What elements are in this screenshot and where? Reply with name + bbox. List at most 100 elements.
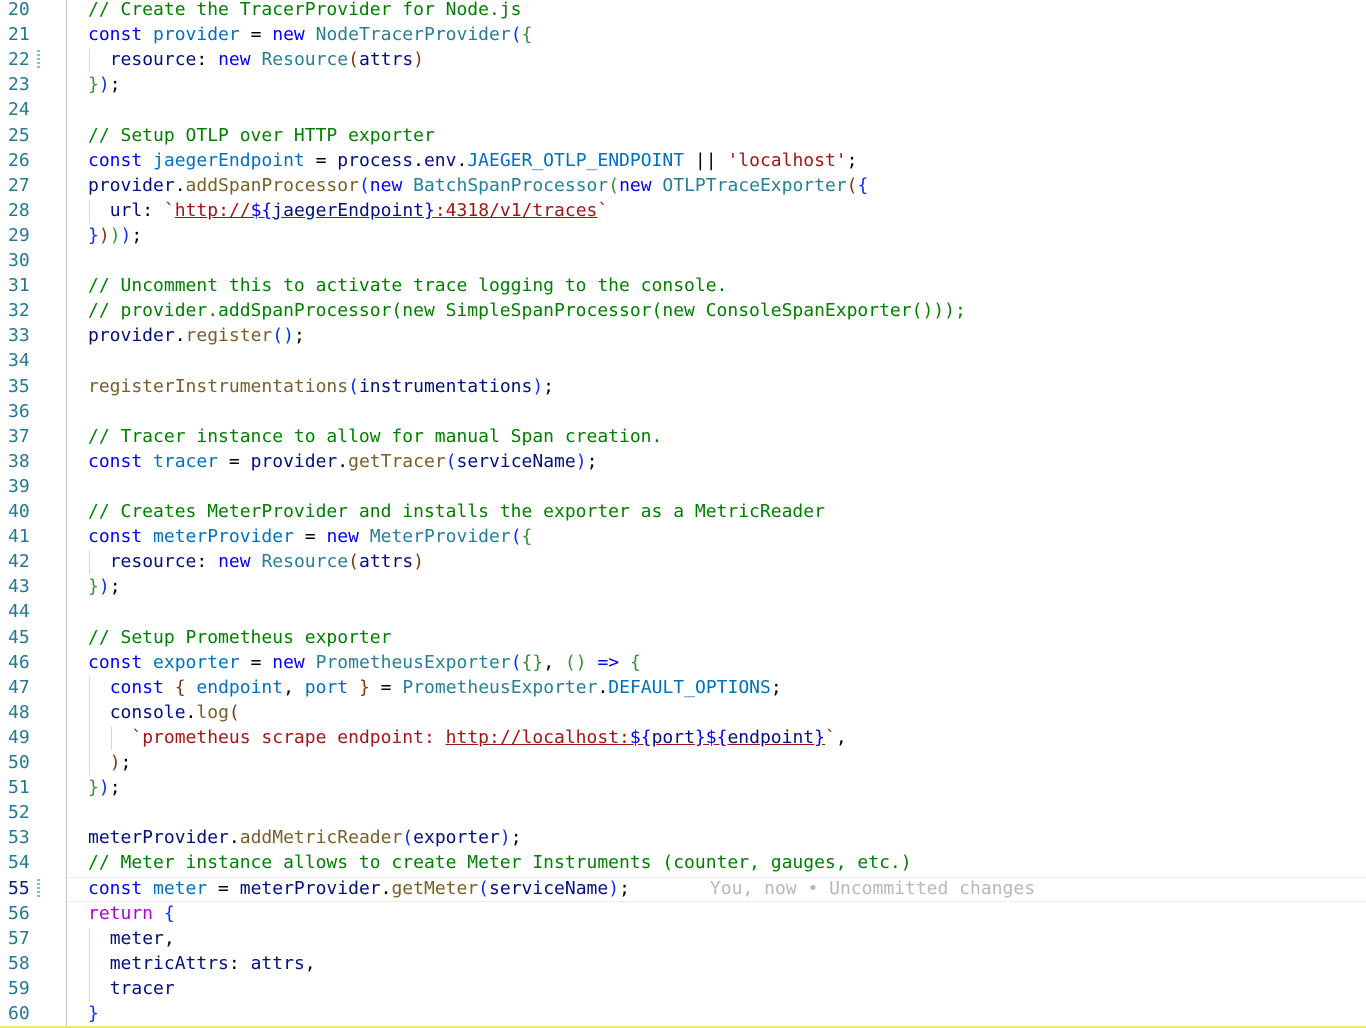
code-line[interactable]: const { endpoint, port } = PrometheusExp… xyxy=(88,675,782,700)
line-number: 58 xyxy=(0,951,56,976)
code-token: } xyxy=(88,74,99,96)
code-token: ( xyxy=(478,877,490,899)
code-token: log xyxy=(196,701,229,723)
code-line[interactable]: }); xyxy=(88,574,121,599)
line-number: 28 xyxy=(0,198,56,223)
code-line[interactable]: registerInstrumentations(instrumentation… xyxy=(88,374,554,399)
code-line[interactable]: // Setup OTLP over HTTP exporter xyxy=(88,123,435,148)
code-token: . xyxy=(456,149,468,171)
code-token: : xyxy=(196,49,219,71)
code-line[interactable]: }); xyxy=(88,775,121,800)
code-token: ; xyxy=(293,325,305,347)
code-line[interactable]: `prometheus scrape endpoint: http://loca… xyxy=(88,725,846,750)
code-line[interactable]: // Uncomment this to activate trace logg… xyxy=(88,273,727,298)
code-token: new xyxy=(272,651,305,673)
code-line[interactable]: const meterProvider = new MeterProvider(… xyxy=(88,524,532,549)
code-token: getMeter xyxy=(391,877,479,899)
line-number: 36 xyxy=(0,399,56,424)
code-line[interactable]: }))); xyxy=(88,223,142,248)
code-token: ; xyxy=(543,375,555,397)
code-line[interactable]: // provider.addSpanProcessor(new SimpleS… xyxy=(88,298,966,323)
code-token: http:// xyxy=(174,199,251,221)
code-token: ( xyxy=(510,24,522,46)
line-number: 48 xyxy=(0,700,56,725)
code-line[interactable]: }); xyxy=(88,72,121,97)
code-token: = xyxy=(369,676,403,698)
code-token: . xyxy=(597,676,609,698)
code-line[interactable]: provider.register(); xyxy=(88,323,305,348)
code-line[interactable]: const meter = meterProvider.getMeter(ser… xyxy=(88,876,1035,901)
line-number: 29 xyxy=(0,223,56,248)
code-token: : xyxy=(196,551,219,573)
line-number-text: 34 xyxy=(8,350,30,372)
code-token: registerInstrumentations xyxy=(88,375,349,397)
line-number-text: 23 xyxy=(8,74,30,96)
code-token: ( xyxy=(348,551,359,573)
code-token: url xyxy=(109,199,143,221)
code-token: new xyxy=(326,526,359,548)
code-line[interactable]: resource: new Resource(attrs) xyxy=(88,549,424,574)
code-line[interactable]: // Create the TracerProvider for Node.js xyxy=(88,0,521,22)
modified-line-marker[interactable] xyxy=(37,878,40,898)
line-number: 21 xyxy=(0,22,56,47)
code-line[interactable]: } xyxy=(88,1001,99,1026)
line-number: 30 xyxy=(0,248,56,273)
code-token: . xyxy=(174,174,186,196)
line-number-text: 36 xyxy=(8,400,30,422)
code-line[interactable]: return { xyxy=(88,901,175,926)
code-line[interactable]: meterProvider.addMetricReader(exporter); xyxy=(88,825,522,850)
code-editor[interactable]: 20 21 22 23 24 25 26 27 28 29 30 31 32 33 34 35 36 37 38 39… xyxy=(0,0,1366,1028)
code-line[interactable]: resource: new Resource(attrs) xyxy=(88,47,424,72)
code-line[interactable]: // Creates MeterProvider and installs th… xyxy=(88,499,825,524)
line-number-text: 45 xyxy=(8,626,30,648)
code-token: ` xyxy=(131,726,143,748)
line-number: 41 xyxy=(0,524,56,549)
code-line[interactable]: const jaegerEndpoint = process.env.JAEGE… xyxy=(88,148,858,173)
code-token: ` xyxy=(825,726,836,748)
line-number-text: 22 xyxy=(8,49,30,71)
code-token: , xyxy=(304,952,316,974)
code-token: ) xyxy=(98,74,110,96)
code-line[interactable]: url: `http://${jaegerEndpoint}:4318/v1/t… xyxy=(88,198,609,223)
code-line[interactable]: // Tracer instance to allow for manual S… xyxy=(88,424,662,449)
code-token: } xyxy=(359,676,370,698)
code-token: ${ xyxy=(705,726,728,748)
code-token: ) xyxy=(98,224,110,246)
code-line[interactable]: const tracer = provider.getTracer(servic… xyxy=(88,449,597,474)
line-number: 57 xyxy=(0,926,56,951)
line-number: 20 xyxy=(0,0,56,22)
code-line[interactable]: tracer xyxy=(88,976,175,1001)
code-token: ; xyxy=(120,752,132,773)
code-line[interactable]: ); xyxy=(88,750,132,775)
code-line[interactable]: const exporter = new PrometheusExporter(… xyxy=(88,650,641,675)
code-line[interactable]: // Meter instance allows to create Meter… xyxy=(88,850,912,875)
code-token: ( xyxy=(348,49,359,71)
code-token: BatchSpanProcessor xyxy=(413,174,609,196)
code-token: ( xyxy=(846,174,858,196)
line-number-text: 35 xyxy=(8,375,30,397)
code-token: register xyxy=(185,325,273,347)
code-line[interactable]: provider.addSpanProcessor(new BatchSpanP… xyxy=(88,173,868,198)
code-token: ${ xyxy=(629,726,652,748)
code-token: PrometheusExporter xyxy=(402,676,598,698)
code-token: ( xyxy=(510,651,522,673)
modified-line-marker[interactable] xyxy=(37,50,40,70)
code-token: port xyxy=(304,676,349,698)
code-line[interactable]: // Setup Prometheus exporter xyxy=(88,625,391,650)
code-token: ; xyxy=(109,74,121,96)
code-line[interactable]: console.log( xyxy=(88,700,240,725)
code-line[interactable]: metricAttrs: attrs, xyxy=(88,951,316,976)
line-number-text: 42 xyxy=(8,551,30,573)
line-number-text: 59 xyxy=(8,977,30,999)
code-token: , xyxy=(543,651,565,673)
line-number-text: 51 xyxy=(8,777,30,799)
code-token: metricAttrs xyxy=(109,952,229,974)
code-line[interactable]: const provider = new NodeTracerProvider(… xyxy=(88,22,532,47)
code-line[interactable]: meter, xyxy=(88,926,175,951)
